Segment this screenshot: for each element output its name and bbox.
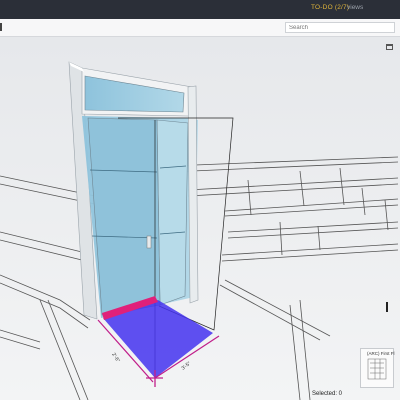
- 3d-viewport[interactable]: 2'-6" 3'-5": [0, 37, 400, 400]
- todo-counter[interactable]: TO-DO (2/7): [311, 4, 349, 11]
- selection-count: Selected: 0: [312, 391, 343, 397]
- minimap-label: (ARC) First Fl: [367, 351, 395, 356]
- cursor-icon: [386, 302, 388, 312]
- menu-icon[interactable]: [0, 23, 2, 31]
- views-link[interactable]: views: [347, 4, 363, 11]
- viewport-background: [0, 37, 400, 400]
- top-bar: TO-DO (2/7) views: [0, 0, 400, 19]
- calendar-icon[interactable]: [386, 44, 393, 50]
- search-input[interactable]: [285, 22, 395, 33]
